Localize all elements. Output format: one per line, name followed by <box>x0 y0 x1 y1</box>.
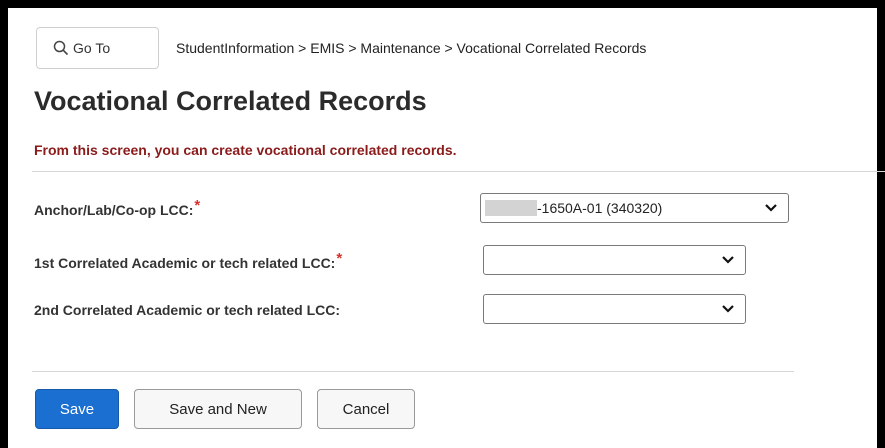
chevron-down-icon <box>722 305 734 313</box>
first-correlated-label: 1st Correlated Academic or tech related … <box>34 255 336 271</box>
divider <box>32 371 794 372</box>
breadcrumb: StudentInformation > EMIS > Maintenance … <box>176 40 647 56</box>
page-title: Vocational Correlated Records <box>34 86 427 116</box>
first-correlated-label-row: 1st Correlated Academic or tech related … <box>34 250 342 272</box>
chevron-down-icon <box>765 204 777 212</box>
first-correlated-select[interactable] <box>483 245 746 275</box>
required-marker: * <box>336 250 343 267</box>
second-correlated-label-row: 2nd Correlated Academic or tech related … <box>34 302 340 318</box>
cancel-button[interactable]: Cancel <box>317 389 415 429</box>
go-to-label: Go To <box>73 40 111 56</box>
save-and-new-button[interactable]: Save and New <box>134 389 302 429</box>
save-button[interactable]: Save <box>35 389 119 429</box>
chevron-down-icon <box>722 256 734 264</box>
divider <box>32 171 885 172</box>
second-correlated-label: 2nd Correlated Academic or tech related … <box>34 302 341 318</box>
anchor-lcc-label: Anchor/Lab/Co-op LCC: <box>34 202 194 218</box>
anchor-lcc-value: -1650A-01 (340320) <box>537 200 663 216</box>
search-icon <box>53 40 69 56</box>
go-to-button[interactable]: Go To <box>36 27 159 69</box>
redacted-value <box>485 200 537 216</box>
page-subtitle: From this screen, you can create vocatio… <box>34 142 457 158</box>
anchor-lcc-select[interactable]: -1650A-01 (340320) <box>480 193 789 223</box>
required-marker: * <box>194 197 201 214</box>
second-correlated-select[interactable] <box>483 294 746 324</box>
anchor-lcc-label-row: Anchor/Lab/Co-op LCC:* <box>34 197 200 219</box>
